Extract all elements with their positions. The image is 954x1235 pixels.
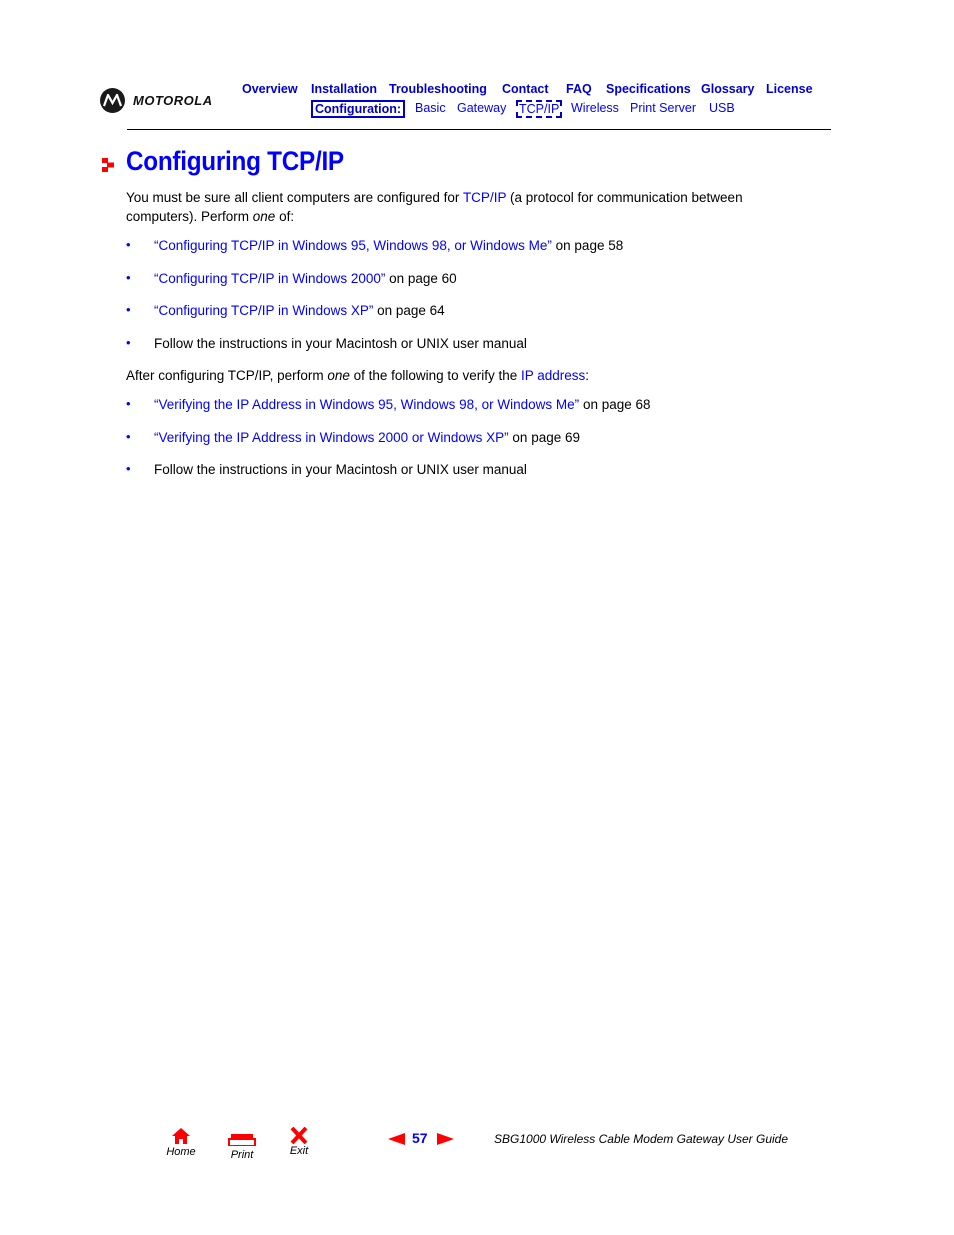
intro-line2: computers). Perform [126, 209, 253, 224]
nav-contact[interactable]: Contact [502, 82, 549, 96]
verify-text-cont: of the following to verify the [349, 368, 521, 383]
link-config-win9x[interactable]: “Configuring TCP/IP in Windows 95, Windo… [154, 238, 552, 253]
nav-tcpip-active[interactable]: TCP/IP [516, 100, 563, 118]
nav-basic[interactable]: Basic [415, 101, 446, 115]
home-icon [172, 1128, 190, 1144]
nav-license[interactable]: License [766, 82, 813, 96]
home-button[interactable]: Home [165, 1128, 197, 1158]
intro-paragraph: You must be sure all client computers ar… [126, 188, 826, 226]
next-page-icon[interactable] [437, 1133, 454, 1145]
exit-icon [290, 1126, 308, 1145]
link-verify-win9x[interactable]: “Verifying the IP Address in Windows 95,… [154, 397, 579, 412]
bullet-icon: • [126, 270, 131, 285]
list-item-text: Follow the instructions in your Macintos… [154, 462, 527, 477]
nav-configuration[interactable]: Configuration: [311, 100, 406, 118]
ip-address-glossary-link[interactable]: IP address [521, 368, 585, 383]
tcpip-glossary-link[interactable]: TCP/IP [463, 190, 506, 205]
page-reference: on page 68 [579, 397, 651, 412]
link-verify-win2000-xp[interactable]: “Verifying the IP Address in Windows 200… [154, 430, 509, 445]
link-config-winxp[interactable]: “Configuring TCP/IP in Windows XP” [154, 303, 373, 318]
list-item-text: Follow the instructions in your Macintos… [154, 336, 527, 351]
nav-glossary[interactable]: Glossary [701, 82, 755, 96]
motorola-logo: MOTOROLA [100, 88, 213, 113]
nav-troubleshooting[interactable]: Troubleshooting [389, 82, 487, 96]
verify-text-end: : [585, 368, 590, 383]
page-title: Configuring TCP/IP [126, 146, 344, 176]
nav-overview[interactable]: Overview [242, 82, 298, 96]
exit-button[interactable]: Exit [285, 1126, 313, 1157]
home-label: Home [166, 1146, 196, 1158]
print-label: Print [230, 1149, 254, 1161]
verify-emphasis: one [327, 368, 350, 383]
page-reference: on page 60 [385, 271, 457, 286]
bullet-icon: • [126, 396, 131, 411]
nav-gateway[interactable]: Gateway [457, 101, 506, 115]
intro-text-cont: (a protocol for communication between [506, 190, 743, 205]
bullet-icon: • [126, 461, 131, 476]
page-number: 57 [412, 1130, 428, 1146]
header-divider [127, 129, 831, 130]
section-marker-icon [102, 158, 114, 172]
verify-text: After configuring TCP/IP, perform [126, 368, 328, 383]
bullet-icon: • [126, 302, 131, 317]
bullet-icon: • [126, 237, 131, 252]
bullet-icon: • [126, 429, 131, 444]
brand-name: MOTOROLA [133, 93, 213, 108]
nav-specifications[interactable]: Specifications [606, 82, 691, 96]
exit-label: Exit [289, 1145, 309, 1157]
verify-paragraph: After configuring TCP/IP, perform one of… [126, 366, 589, 385]
bullet-icon: • [126, 335, 131, 350]
motorola-batwing-icon [100, 88, 125, 113]
print-icon [228, 1134, 256, 1147]
intro-emphasis: one [252, 209, 276, 224]
page-reference: on page 64 [373, 303, 445, 318]
nav-faq[interactable]: FAQ [566, 82, 592, 96]
intro-line2-end: of: [275, 209, 295, 224]
nav-installation[interactable]: Installation [311, 82, 377, 96]
intro-text: You must be sure all client computers ar… [126, 190, 463, 205]
guide-title: SBG1000 Wireless Cable Modem Gateway Use… [494, 1132, 789, 1146]
nav-usb[interactable]: USB [709, 101, 735, 115]
print-button[interactable]: Print [226, 1133, 258, 1161]
page-reference: on page 58 [551, 238, 624, 253]
nav-wireless[interactable]: Wireless [571, 101, 619, 115]
page-reference: on page 69 [508, 430, 580, 445]
previous-page-icon[interactable] [388, 1133, 405, 1145]
nav-print-server[interactable]: Print Server [630, 101, 696, 115]
link-config-win2000[interactable]: “Configuring TCP/IP in Windows 2000” [154, 271, 385, 286]
